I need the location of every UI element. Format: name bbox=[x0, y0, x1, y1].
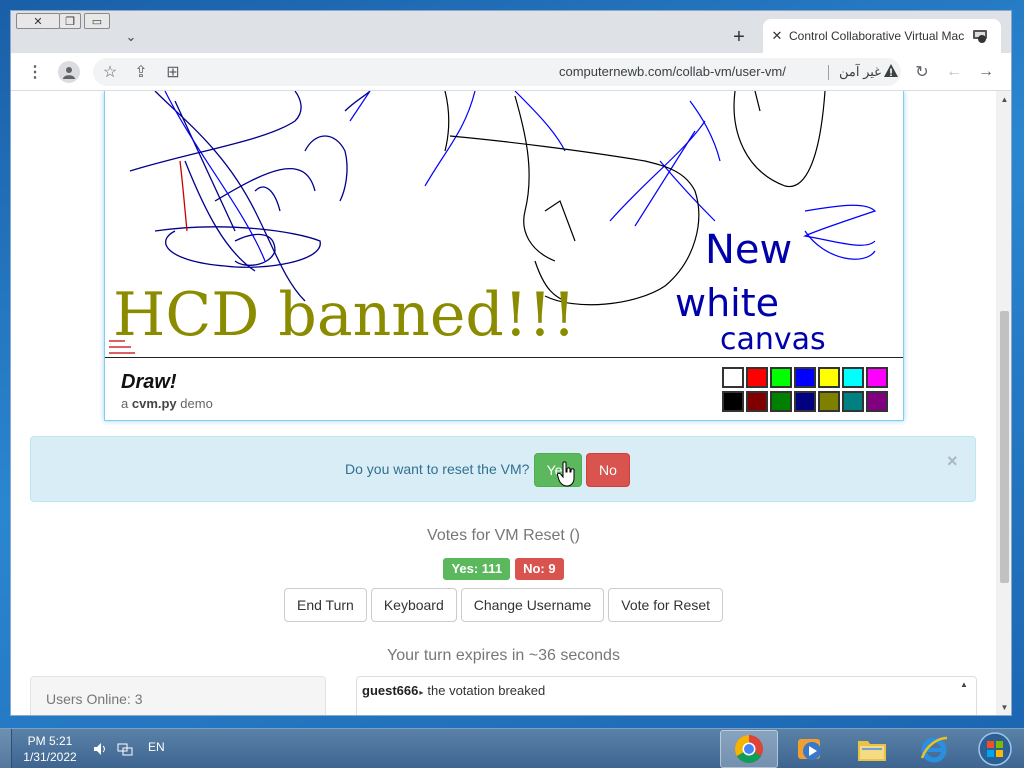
reload-icon[interactable]: ↻ bbox=[912, 62, 932, 82]
back-arrow-icon[interactable]: ← bbox=[944, 62, 964, 82]
yes-vote-badge: Yes: 111 bbox=[443, 558, 511, 580]
draw-app-subtitle: a cvm.py demo bbox=[121, 396, 213, 411]
subtitle-suffix: demo bbox=[180, 396, 213, 411]
clock-date: 1/31/2022 bbox=[23, 750, 77, 764]
warning-triangle-icon[interactable] bbox=[883, 63, 899, 79]
scroll-up-arrow-icon[interactable]: ▲ bbox=[996, 95, 1011, 105]
drawing-text-canvas: canvas bbox=[720, 322, 826, 357]
color-swatch[interactable] bbox=[770, 367, 792, 388]
taskbar-explorer-button[interactable] bbox=[843, 730, 901, 768]
page-scrollbar[interactable]: ▲ ▼ bbox=[996, 91, 1011, 715]
network-icon[interactable] bbox=[117, 741, 133, 757]
media-player-icon bbox=[798, 739, 821, 760]
vote-badges: Yes: 111 No: 9 bbox=[11, 558, 996, 580]
reset-question-text: Do you want to reset the VM? bbox=[345, 461, 530, 477]
color-swatch[interactable] bbox=[866, 391, 888, 412]
color-swatch[interactable] bbox=[722, 391, 744, 412]
show-desktop-button[interactable] bbox=[0, 729, 12, 768]
draw-app-title: Draw! bbox=[121, 371, 177, 393]
reset-no-button[interactable]: No bbox=[586, 453, 630, 487]
hand-pointer-cursor-icon bbox=[557, 461, 575, 487]
scroll-down-arrow-icon[interactable]: ▼ bbox=[996, 703, 1011, 713]
install-app-icon[interactable]: ⊞ bbox=[163, 62, 183, 82]
taskbar-chrome-button[interactable] bbox=[720, 730, 778, 768]
alert-close-icon[interactable]: × bbox=[947, 451, 958, 472]
url-text[interactable]: computernewb.com/collab-vm/user-vm/ bbox=[559, 64, 786, 79]
window-restore-button[interactable]: ❐ bbox=[59, 13, 81, 29]
vm-footer-bar: Draw! a cvm.py demo bbox=[105, 357, 903, 420]
keyboard-button[interactable]: Keyboard bbox=[370, 588, 457, 622]
drawing-text-white: white bbox=[675, 281, 779, 325]
tab-title: Control Collaborative Virtual Machine bbox=[789, 29, 965, 43]
scroll-thumb[interactable] bbox=[1000, 311, 1009, 583]
chat-text: the votation breaked bbox=[427, 683, 546, 698]
reset-vm-alert: Do you want to reset the VM? Yes No × bbox=[30, 436, 976, 502]
tab-strip: ✕ ❐ ▭ ⌄ + ✕ Control Collaborative Virtua… bbox=[11, 11, 1011, 53]
subtitle-prefix: a bbox=[121, 396, 129, 411]
drawing-text-banned: HCD banned!!! bbox=[113, 280, 576, 350]
volume-icon[interactable] bbox=[92, 741, 108, 757]
vm-action-buttons: End Turn Keyboard Change Username Vote f… bbox=[11, 588, 996, 622]
drawing-text-new: New bbox=[705, 227, 792, 273]
tab-close-icon[interactable]: ✕ bbox=[769, 28, 785, 44]
browser-toolbar: ⋮ ☆ ⇪ ⊞ computernewb.com/collab-vm/user-… bbox=[11, 53, 1011, 91]
color-swatch[interactable] bbox=[794, 367, 816, 388]
vm-drawing-canvas[interactable]: HCD banned!!! New white canvas bbox=[105, 91, 903, 357]
folder-icon bbox=[858, 741, 886, 761]
bookmark-star-icon[interactable]: ☆ bbox=[100, 62, 120, 82]
tab-active[interactable]: ✕ Control Collaborative Virtual Machine bbox=[763, 19, 1001, 53]
chat-arrow-icon: ▸ bbox=[419, 688, 424, 697]
taskbar-media-player-button[interactable] bbox=[781, 730, 839, 768]
color-swatch[interactable] bbox=[866, 367, 888, 388]
color-swatch[interactable] bbox=[842, 367, 864, 388]
page-viewport: HCD banned!!! New white canvas Draw! a c… bbox=[11, 91, 996, 715]
address-bar[interactable]: ☆ ⇪ ⊞ computernewb.com/collab-vm/user-vm… bbox=[93, 58, 901, 86]
menu-kebab-icon[interactable]: ⋮ bbox=[25, 62, 45, 82]
taskbar-clock[interactable]: PM 5:21 1/31/2022 bbox=[18, 733, 82, 765]
taskbar-ie-button[interactable] bbox=[905, 730, 963, 768]
new-tab-plus-icon[interactable]: + bbox=[727, 25, 751, 49]
color-swatch[interactable] bbox=[842, 391, 864, 412]
chat-username: guest666 bbox=[362, 683, 419, 698]
start-menu-orb-icon[interactable] bbox=[976, 731, 1014, 767]
window-minimize-button[interactable]: ▭ bbox=[84, 13, 110, 29]
color-swatch[interactable] bbox=[794, 391, 816, 412]
chat-scroll-up-icon[interactable]: ▲ bbox=[960, 680, 968, 689]
language-indicator[interactable]: EN bbox=[148, 740, 165, 754]
internet-explorer-icon bbox=[920, 736, 948, 763]
scribble-drawing: HCD banned!!! New white canvas bbox=[109, 91, 877, 357]
tab-search-chevron-icon[interactable]: ⌄ bbox=[121, 27, 141, 47]
color-swatch[interactable] bbox=[818, 391, 840, 412]
color-swatch[interactable] bbox=[770, 391, 792, 412]
votes-title: Votes for VM Reset () bbox=[427, 527, 580, 544]
users-online-panel: Users Online: 3 bbox=[30, 676, 326, 715]
chat-panel[interactable]: guest666▸the votation breaked guest666▸.… bbox=[356, 676, 977, 715]
clock-time: PM 5:21 bbox=[27, 734, 73, 748]
turn-timer-text: Your turn expires in ~36 seconds bbox=[387, 647, 620, 664]
users-online-count: Users Online: 3 bbox=[46, 691, 143, 707]
change-username-button[interactable]: Change Username bbox=[460, 588, 605, 622]
end-turn-button[interactable]: End Turn bbox=[284, 588, 367, 622]
windows-taskbar: PM 5:21 1/31/2022 EN bbox=[0, 728, 1024, 768]
color-swatch[interactable] bbox=[818, 367, 840, 388]
chat-message: guest666▸ the votation breaked bbox=[362, 683, 942, 698]
not-secure-label[interactable]: غير آمن bbox=[839, 64, 881, 80]
vote-reset-button[interactable]: Vote for Reset bbox=[608, 588, 723, 622]
no-vote-badge: No: 9 bbox=[515, 558, 564, 580]
chrome-icon bbox=[735, 735, 763, 763]
subtitle-bold: cvm.py bbox=[131, 396, 177, 411]
url-divider bbox=[828, 65, 829, 80]
share-icon[interactable]: ⇪ bbox=[131, 62, 151, 82]
color-swatch[interactable] bbox=[746, 367, 768, 388]
browser-window: ✕ ❐ ▭ ⌄ + ✕ Control Collaborative Virtua… bbox=[10, 10, 1012, 716]
color-swatch[interactable] bbox=[722, 367, 744, 388]
forward-arrow-icon[interactable]: → bbox=[976, 62, 996, 82]
computernewb-favicon-icon bbox=[973, 30, 987, 43]
color-swatch[interactable] bbox=[746, 391, 768, 412]
window-close-button[interactable]: ✕ bbox=[16, 13, 60, 29]
profile-avatar-icon[interactable] bbox=[58, 61, 80, 83]
vm-display[interactable]: HCD banned!!! New white canvas Draw! a c… bbox=[104, 91, 904, 421]
color-palette bbox=[722, 367, 890, 413]
